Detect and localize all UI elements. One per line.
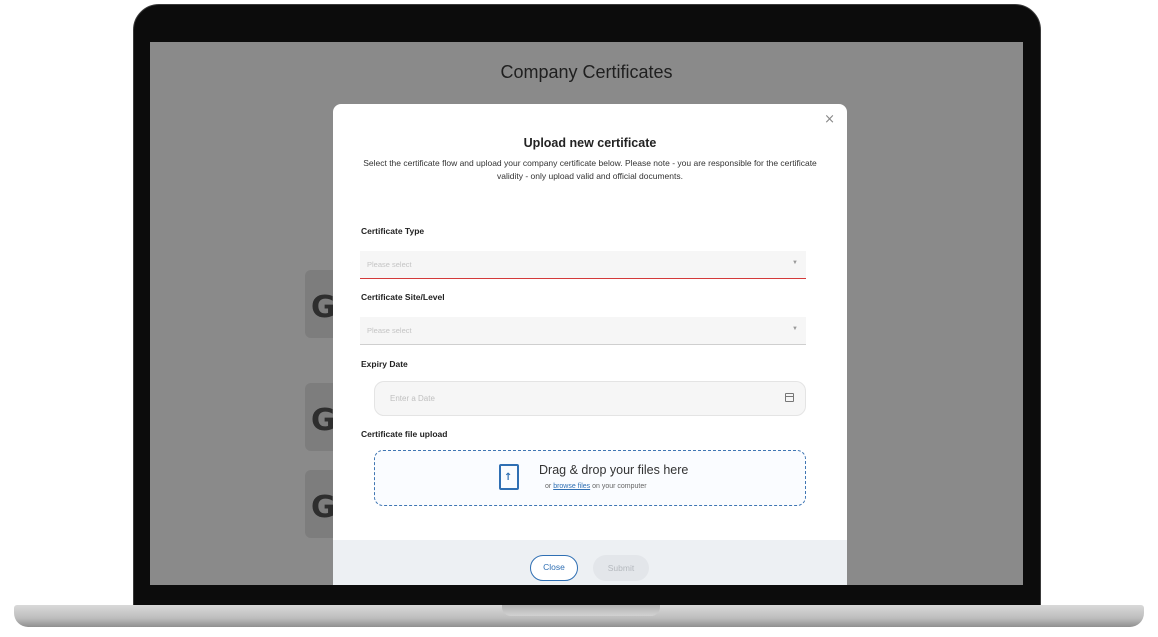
expiry-date-input[interactable]: Enter a Date: [374, 381, 806, 416]
screen: Company Certificates G G G × Upload new …: [150, 42, 1023, 585]
certificate-logo-icon: G: [311, 403, 336, 438]
modal-title: Upload new certificate: [523, 136, 657, 150]
certificate-logo-icon: G: [311, 490, 336, 525]
dropzone-subtext: or browse files on your computer: [545, 483, 647, 490]
modal-footer: Close Submit: [333, 540, 847, 585]
chevron-down-icon: ▼: [792, 326, 798, 332]
close-icon[interactable]: ×: [824, 112, 835, 127]
certificate-site-select[interactable]: Please select ▼: [360, 317, 806, 345]
expiry-date-placeholder: Enter a Date: [390, 394, 435, 403]
laptop-notch: [502, 605, 660, 616]
certificate-type-select[interactable]: Please select ▼: [360, 251, 806, 279]
modal-description: Select the certificate flow and upload y…: [363, 158, 817, 181]
file-upload-label: Certificate file upload: [361, 429, 448, 439]
chevron-down-icon: ▼: [792, 260, 798, 266]
page-title: Company Certificates: [500, 62, 673, 82]
certificate-type-label: Certificate Type: [361, 226, 425, 236]
certificate-site-placeholder: Please select: [367, 326, 412, 335]
browse-files-link[interactable]: browse files: [553, 483, 590, 490]
certificate-type-placeholder: Please select: [367, 260, 412, 269]
calendar-icon[interactable]: [785, 393, 794, 402]
submit-button[interactable]: Submit: [593, 555, 649, 581]
dropzone-title: Drag & drop your files here: [539, 463, 689, 477]
file-dropzone[interactable]: ↑ Drag & drop your files here or browse …: [374, 450, 806, 506]
dropzone-suffix: on your computer: [592, 483, 647, 490]
expiry-date-label: Expiry Date: [361, 359, 408, 369]
close-button[interactable]: Close: [530, 555, 578, 581]
file-upload-icon: ↑: [499, 464, 519, 490]
upload-certificate-modal: × Upload new certificate Select the cert…: [333, 104, 847, 585]
certificate-site-label: Certificate Site/Level: [361, 292, 445, 302]
dropzone-prefix: or: [545, 483, 552, 490]
certificate-logo-icon: G: [311, 290, 336, 325]
